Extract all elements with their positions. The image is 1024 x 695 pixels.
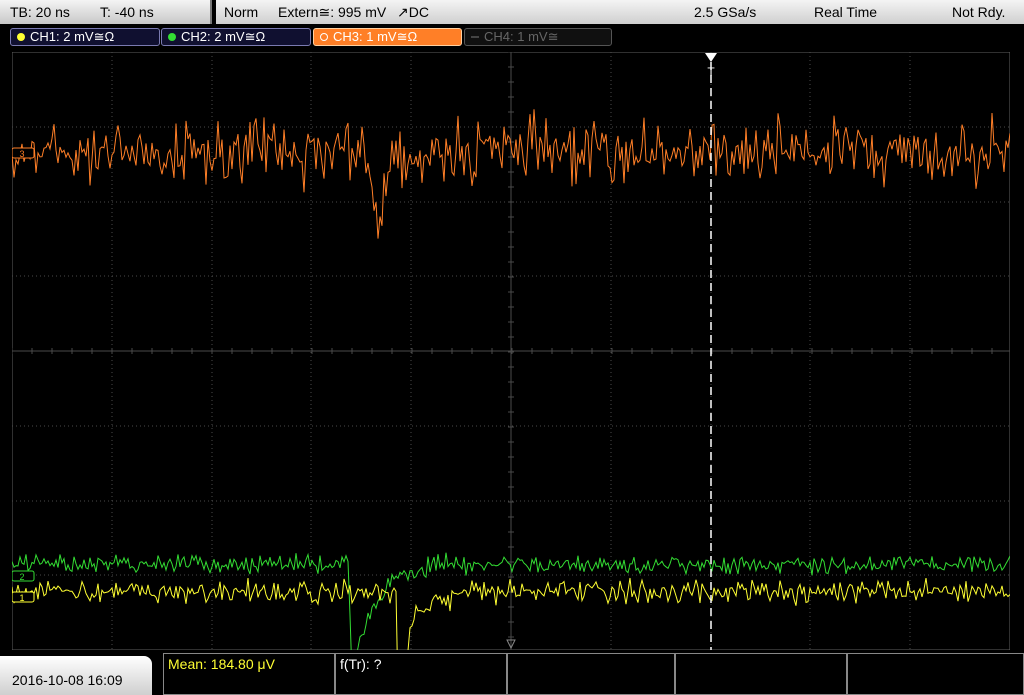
- ch3-indicator-icon: [320, 33, 328, 41]
- channel-button-ch4[interactable]: CH4: 1 mV≅: [464, 28, 612, 46]
- ch1-indicator-icon: [17, 33, 25, 41]
- trigger-slope[interactable]: ↗DC: [397, 4, 429, 21]
- ch1-offset-marker[interactable]: 1: [12, 591, 35, 603]
- trigger-marker-label: T: [707, 65, 715, 79]
- ch2-indicator-icon: [168, 33, 176, 41]
- waveform-display[interactable]: T 3 2 1: [12, 52, 1010, 650]
- measurement-frequency[interactable]: f(Tr): ?: [335, 653, 507, 695]
- mean-value: Mean: 184.80 μV: [168, 656, 275, 672]
- ch1-offset-label: 1: [19, 593, 24, 603]
- ch2-offset-label: 2: [19, 572, 24, 582]
- trigger-acquisition-panel[interactable]: Norm Extern≅: 995 mV ↗DC 2.5 GSa/s Real …: [216, 0, 1024, 24]
- measurement-slot-3[interactable]: [507, 653, 675, 695]
- top-status-bar: TB: 20 ns T: -40 ns Norm Extern≅: 995 mV…: [0, 0, 1024, 24]
- channel-button-ch3[interactable]: CH3: 1 mV≅Ω: [313, 28, 462, 46]
- trigger-source[interactable]: Extern≅: 995 mV: [278, 4, 386, 21]
- ch3-offset-label: 3: [19, 149, 24, 159]
- measurement-mean[interactable]: Mean: 184.80 μV: [163, 653, 335, 695]
- measurement-slot-5[interactable]: [847, 653, 1024, 695]
- ftr-value: f(Tr): ?: [340, 656, 382, 672]
- trigger-position-value[interactable]: T: -40 ns: [100, 4, 154, 20]
- trigger-status: Not Rdy.: [952, 4, 1006, 20]
- channel-bar: CH1: 2 mV≅Ω CH2: 2 mV≅Ω CH3: 1 mV≅Ω CH4:…: [0, 24, 1024, 50]
- ch4-label: CH4: 1 mV≅: [484, 29, 559, 44]
- acquisition-mode[interactable]: Real Time: [814, 4, 877, 20]
- timebase-panel[interactable]: TB: 20 ns T: -40 ns: [0, 0, 212, 24]
- ch2-offset-marker[interactable]: 2: [12, 570, 35, 582]
- sample-rate[interactable]: 2.5 GSa/s: [694, 4, 756, 20]
- ch1-label: CH1: 2 mV≅Ω: [30, 29, 115, 44]
- trigger-mode[interactable]: Norm: [224, 4, 258, 20]
- timebase-value[interactable]: TB: 20 ns: [10, 4, 70, 20]
- measurement-slot-4[interactable]: [675, 653, 847, 695]
- ch3-offset-marker[interactable]: 3: [12, 147, 35, 159]
- datetime-label: 2016-10-08 16:09: [12, 672, 123, 688]
- channel-button-ch2[interactable]: CH2: 2 mV≅Ω: [161, 28, 311, 46]
- datetime-panel: 2016-10-08 16:09: [0, 656, 152, 695]
- ch4-indicator-icon: [471, 36, 479, 38]
- ch2-label: CH2: 2 mV≅Ω: [181, 29, 266, 44]
- ch3-label: CH3: 1 mV≅Ω: [333, 29, 418, 44]
- channel-button-ch1[interactable]: CH1: 2 mV≅Ω: [10, 28, 160, 46]
